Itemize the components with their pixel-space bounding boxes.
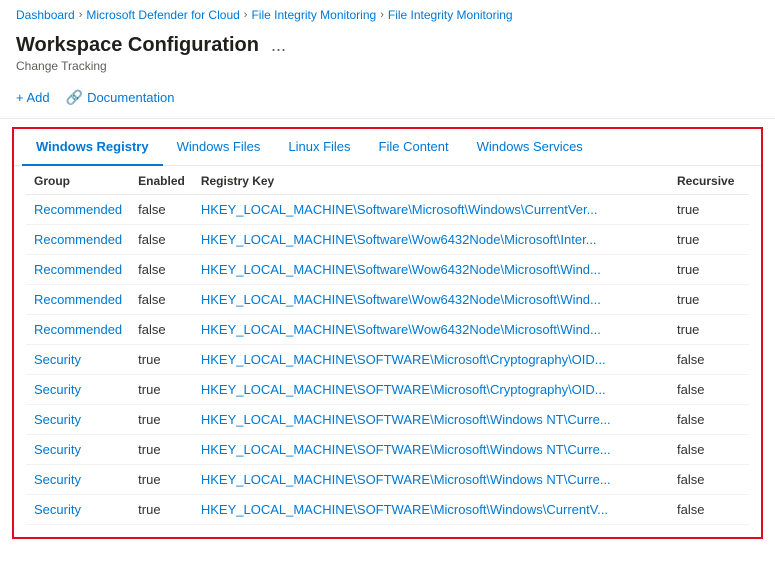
cell-group: Security: [26, 435, 130, 465]
tab-windows-services[interactable]: Windows Services: [463, 129, 597, 166]
cell-key: HKEY_LOCAL_MACHINE\Software\Wow6432Node\…: [193, 255, 669, 285]
cell-enabled: false: [130, 255, 193, 285]
cell-recursive: false: [669, 495, 749, 525]
cell-key: HKEY_LOCAL_MACHINE\SOFTWARE\Microsoft\Cr…: [193, 345, 669, 375]
col-header-enabled: Enabled: [130, 166, 193, 195]
cell-key: HKEY_LOCAL_MACHINE\Software\Microsoft\Wi…: [193, 195, 669, 225]
page-title-text: Workspace Configuration: [16, 34, 259, 57]
cell-group: Recommended: [26, 255, 130, 285]
documentation-label: Documentation: [87, 90, 174, 105]
cell-key: HKEY_LOCAL_MACHINE\SOFTWARE\Microsoft\Wi…: [193, 495, 669, 525]
add-button[interactable]: + Add: [16, 86, 50, 109]
tab-windows-files[interactable]: Windows Files: [163, 129, 275, 166]
breadcrumb-defender[interactable]: Microsoft Defender for Cloud: [86, 8, 239, 22]
cell-key: HKEY_LOCAL_MACHINE\Software\Wow6432Node\…: [193, 315, 669, 345]
cell-group: Recommended: [26, 315, 130, 345]
cell-enabled: false: [130, 285, 193, 315]
cell-key: HKEY_LOCAL_MACHINE\SOFTWARE\Microsoft\Wi…: [193, 405, 669, 435]
cell-enabled: true: [130, 495, 193, 525]
breadcrumb-sep-1: ›: [79, 9, 83, 21]
breadcrumb-fim-1[interactable]: File Integrity Monitoring: [251, 8, 376, 22]
cell-group: Recommended: [26, 225, 130, 255]
table-row: RecommendedfalseHKEY_LOCAL_MACHINE\Softw…: [26, 285, 749, 315]
table-row: SecuritytrueHKEY_LOCAL_MACHINE\SOFTWARE\…: [26, 435, 749, 465]
table-row: SecuritytrueHKEY_LOCAL_MACHINE\SOFTWARE\…: [26, 375, 749, 405]
cell-enabled: false: [130, 315, 193, 345]
table-row: RecommendedfalseHKEY_LOCAL_MACHINE\Softw…: [26, 195, 749, 225]
toolbar-divider: [0, 118, 775, 119]
tab-file-content[interactable]: File Content: [365, 129, 463, 166]
cell-recursive: true: [669, 315, 749, 345]
table-row: RecommendedfalseHKEY_LOCAL_MACHINE\Softw…: [26, 255, 749, 285]
cell-group: Security: [26, 375, 130, 405]
cell-group: Recommended: [26, 285, 130, 315]
cell-group: Security: [26, 345, 130, 375]
breadcrumb-sep-2: ›: [244, 9, 248, 21]
cell-group: Security: [26, 405, 130, 435]
cell-enabled: true: [130, 435, 193, 465]
cell-enabled: true: [130, 465, 193, 495]
cell-recursive: false: [669, 465, 749, 495]
cell-enabled: false: [130, 225, 193, 255]
cell-enabled: false: [130, 195, 193, 225]
cell-enabled: true: [130, 405, 193, 435]
table-row: RecommendedfalseHKEY_LOCAL_MACHINE\Softw…: [26, 315, 749, 345]
link-icon: 🔗: [66, 89, 83, 106]
col-header-recursive: Recursive: [669, 166, 749, 195]
cell-group: Security: [26, 465, 130, 495]
cell-key: HKEY_LOCAL_MACHINE\Software\Wow6432Node\…: [193, 285, 669, 315]
cell-recursive: false: [669, 375, 749, 405]
table-row: SecuritytrueHKEY_LOCAL_MACHINE\SOFTWARE\…: [26, 465, 749, 495]
cell-recursive: false: [669, 405, 749, 435]
cell-recursive: true: [669, 285, 749, 315]
tabs-bar: Windows Registry Windows Files Linux Fil…: [14, 129, 761, 166]
table-row: SecuritytrueHKEY_LOCAL_MACHINE\SOFTWARE\…: [26, 345, 749, 375]
cell-key: HKEY_LOCAL_MACHINE\SOFTWARE\Microsoft\Cr…: [193, 375, 669, 405]
page-subtitle: Change Tracking: [16, 59, 759, 73]
page-header: Workspace Configuration ... Change Track…: [0, 30, 775, 77]
table-container: Group Enabled Registry Key Recursive Rec…: [14, 166, 761, 537]
cell-recursive: true: [669, 195, 749, 225]
registry-table: Group Enabled Registry Key Recursive Rec…: [26, 166, 749, 525]
toolbar: + Add 🔗 Documentation: [0, 77, 775, 118]
cell-key: HKEY_LOCAL_MACHINE\Software\Wow6432Node\…: [193, 225, 669, 255]
tabs-container: Windows Registry Windows Files Linux Fil…: [12, 127, 763, 539]
documentation-button[interactable]: 🔗 Documentation: [66, 85, 175, 110]
cell-enabled: true: [130, 345, 193, 375]
cell-group: Security: [26, 495, 130, 525]
breadcrumb-dashboard[interactable]: Dashboard: [16, 8, 75, 22]
breadcrumb: Dashboard › Microsoft Defender for Cloud…: [0, 0, 775, 30]
cell-recursive: true: [669, 225, 749, 255]
breadcrumb-sep-3: ›: [380, 9, 384, 21]
tab-windows-registry[interactable]: Windows Registry: [22, 129, 163, 166]
breadcrumb-fim-2[interactable]: File Integrity Monitoring: [388, 8, 513, 22]
col-header-key: Registry Key: [193, 166, 669, 195]
table-row: RecommendedfalseHKEY_LOCAL_MACHINE\Softw…: [26, 225, 749, 255]
cell-key: HKEY_LOCAL_MACHINE\SOFTWARE\Microsoft\Wi…: [193, 465, 669, 495]
tab-linux-files[interactable]: Linux Files: [274, 129, 364, 166]
ellipsis-button[interactable]: ...: [267, 35, 290, 56]
cell-enabled: true: [130, 375, 193, 405]
cell-recursive: true: [669, 255, 749, 285]
table-row: SecuritytrueHKEY_LOCAL_MACHINE\SOFTWARE\…: [26, 495, 749, 525]
cell-group: Recommended: [26, 195, 130, 225]
cell-key: HKEY_LOCAL_MACHINE\SOFTWARE\Microsoft\Wi…: [193, 435, 669, 465]
table-row: SecuritytrueHKEY_LOCAL_MACHINE\SOFTWARE\…: [26, 405, 749, 435]
cell-recursive: false: [669, 345, 749, 375]
cell-recursive: false: [669, 435, 749, 465]
col-header-group: Group: [26, 166, 130, 195]
add-label: + Add: [16, 90, 50, 105]
